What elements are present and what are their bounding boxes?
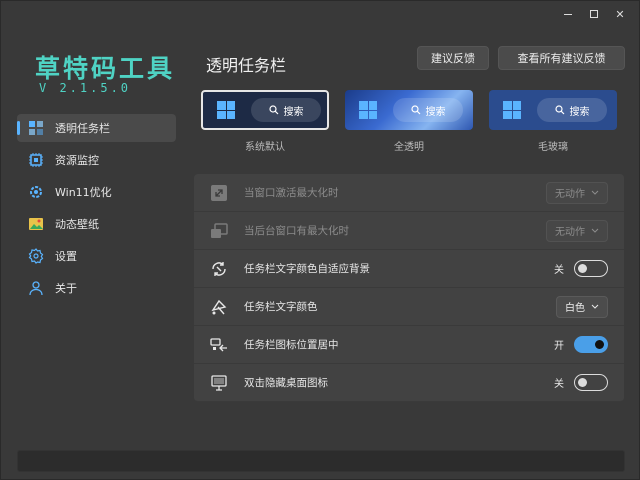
taskbar-icon <box>27 119 45 137</box>
sidebar-item-settings[interactable]: 设置 <box>17 242 176 270</box>
windows-logo-icon <box>359 101 377 119</box>
search-icon <box>410 105 420 115</box>
adaptive-text-color-toggle[interactable] <box>574 260 608 277</box>
maximize-button[interactable] <box>581 5 607 23</box>
sidebar-item-label: 资源监控 <box>55 154 99 167</box>
dropdown-value: 白色 <box>565 303 585 314</box>
center-icons-icon <box>208 334 230 356</box>
search-icon <box>554 105 564 115</box>
setting-row-active-maximize: 当窗口激活最大化时 无动作 <box>194 174 624 212</box>
chevron-down-icon <box>591 190 599 195</box>
background-maximize-dropdown[interactable]: 无动作 <box>546 219 608 242</box>
setting-row-text-color: 任务栏文字颜色 白色 <box>194 288 624 326</box>
sidebar-item-label: 透明任务栏 <box>55 122 110 135</box>
setting-row-center-icons: 任务栏图标位置居中 开 <box>194 326 624 364</box>
maximize-window-icon <box>208 182 230 204</box>
paint-icon <box>208 296 230 318</box>
preview-transparent[interactable]: 搜索 <box>345 90 473 130</box>
setting-label: 任务栏图标位置居中 <box>244 339 339 351</box>
text-color-dropdown[interactable]: 白色 <box>556 295 608 318</box>
setting-row-adaptive-text-color: 任务栏文字颜色自适应背景 关 <box>194 250 624 288</box>
chip-icon <box>27 151 45 169</box>
toggle-knob <box>578 263 587 273</box>
status-bar <box>17 450 625 472</box>
toggle-state-label: 开 <box>554 341 564 352</box>
chevron-down-icon <box>591 228 599 233</box>
toggle-state-label: 关 <box>554 379 564 390</box>
center-icons-toggle[interactable] <box>574 336 608 353</box>
minimize-icon <box>564 13 572 15</box>
preview-search-label: 搜索 <box>569 106 590 118</box>
preview-system-default[interactable]: 搜索 <box>201 90 329 130</box>
setting-row-background-maximize: 当后台窗口有最大化时 无动作 <box>194 212 624 250</box>
sidebar-item-dynamic-wallpaper[interactable]: 动态壁纸 <box>17 210 176 238</box>
windows-logo-icon <box>503 101 521 119</box>
sidebar-item-label: 动态壁纸 <box>55 218 99 231</box>
hide-desktop-icons-control: 关 <box>554 374 608 391</box>
window-controls: ✕ <box>555 5 633 23</box>
background-window-icon <box>208 220 230 242</box>
setting-label: 任务栏文字颜色自适应背景 <box>244 263 370 275</box>
chevron-down-icon <box>591 304 599 309</box>
setting-row-hide-desktop-icons: 双击隐藏桌面图标 关 <box>194 364 624 402</box>
sidebar-nav: 透明任务栏 资源监控 Win11优化 动态壁纸 设置 关于 <box>17 114 176 306</box>
gear-optimize-icon <box>27 183 45 201</box>
preview-search-box: 搜索 <box>251 98 321 122</box>
center-icons-control: 开 <box>554 336 608 353</box>
sidebar-item-label: 设置 <box>55 250 77 263</box>
app-window: ✕ 草特码工具 V 2.1.5.0 透明任务栏 资源监控 Win11优化 动态壁… <box>0 0 640 480</box>
adaptive-text-color-control: 关 <box>554 260 608 277</box>
close-icon: ✕ <box>615 7 625 21</box>
preview-frosted-glass[interactable]: 搜索 <box>489 90 617 130</box>
windows-logo-icon <box>217 101 235 119</box>
setting-label: 任务栏文字颜色 <box>244 301 318 313</box>
sidebar-item-label: 关于 <box>55 282 77 295</box>
page-title: 透明任务栏 <box>206 56 287 75</box>
active-maximize-dropdown[interactable]: 无动作 <box>546 181 608 204</box>
sidebar-item-label: Win11优化 <box>55 186 112 199</box>
preview-search-label: 搜索 <box>425 106 446 118</box>
wallpaper-icon <box>27 215 45 233</box>
app-title: 草特码工具 <box>35 54 176 83</box>
maximize-icon <box>590 10 598 18</box>
view-all-feedback-button[interactable]: 查看所有建议反馈 <box>498 46 625 70</box>
preview-search-box: 搜索 <box>393 98 463 122</box>
app-version: V 2.1.5.0 <box>39 81 132 95</box>
toggle-knob <box>578 377 587 387</box>
setting-label: 当窗口激活最大化时 <box>244 187 339 199</box>
toggle-state-label: 关 <box>554 265 564 276</box>
sidebar-item-about[interactable]: 关于 <box>17 274 176 302</box>
sidebar-item-transparent-taskbar[interactable]: 透明任务栏 <box>17 114 176 142</box>
dropdown-value: 无动作 <box>555 189 585 200</box>
sidebar-item-resource-monitor[interactable]: 资源监控 <box>17 146 176 174</box>
setting-label: 双击隐藏桌面图标 <box>244 377 328 389</box>
preview-label: 全透明 <box>394 142 424 153</box>
setting-label: 当后台窗口有最大化时 <box>244 225 349 237</box>
preview-label: 毛玻璃 <box>538 142 568 153</box>
close-button[interactable]: ✕ <box>607 5 633 23</box>
sidebar-item-win11-optimize[interactable]: Win11优化 <box>17 178 176 206</box>
adaptive-color-icon <box>208 258 230 280</box>
toggle-knob <box>595 339 604 349</box>
search-icon <box>268 105 278 115</box>
preview-search-label: 搜索 <box>283 106 304 118</box>
feedback-button[interactable]: 建议反馈 <box>417 46 489 70</box>
settings-icon <box>27 247 45 265</box>
preview-label: 系统默认 <box>245 142 285 153</box>
preview-search-box: 搜索 <box>537 98 607 122</box>
hide-desktop-icons-toggle[interactable] <box>574 374 608 391</box>
user-icon <box>27 279 45 297</box>
minimize-button[interactable] <box>555 5 581 23</box>
settings-list: 当窗口激活最大化时 无动作 当后台窗口有最大化时 无动作 任务栏文字颜色自适应背… <box>194 174 624 402</box>
desktop-icon <box>208 372 230 394</box>
dropdown-value: 无动作 <box>555 227 585 238</box>
